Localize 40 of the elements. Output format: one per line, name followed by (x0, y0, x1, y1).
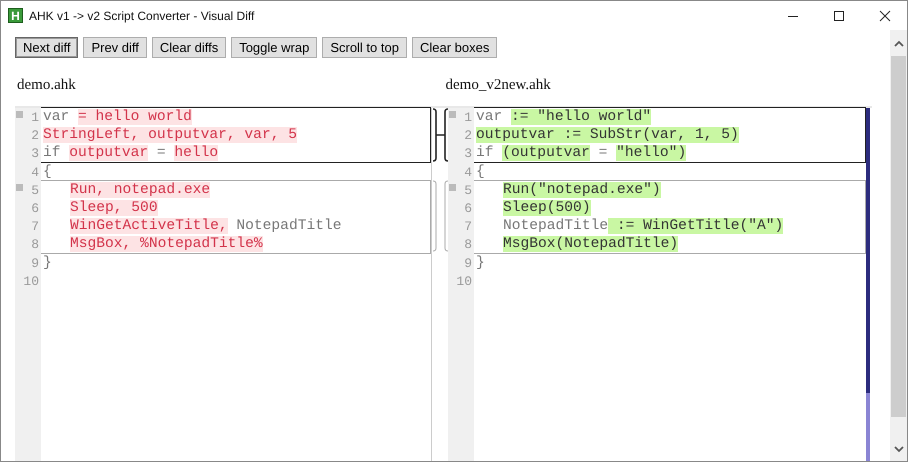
line-number: 5 (463, 182, 472, 198)
line-number: 8 (30, 236, 39, 252)
line-number: 2 (30, 128, 39, 142)
line-number: 7 (463, 218, 472, 234)
code-line: var = hello world (43, 109, 192, 125)
code-line: } (476, 255, 485, 271)
line-number: 5 (30, 182, 39, 198)
line-number: 6 (30, 200, 39, 216)
window-title: AHK v1 -> v2 Script Converter - Visual Diff (29, 8, 254, 22)
line-number: 3 (30, 146, 39, 160)
code-line: if (outputvar = "hello") (476, 145, 686, 161)
line-number: 3 (463, 146, 472, 160)
line-number: 1 (463, 110, 472, 124)
toolbar-button[interactable]: Toggle wrap (231, 37, 318, 58)
line-number: 2 (463, 128, 472, 142)
code-line: { (476, 164, 485, 180)
line-number: 10 (23, 274, 39, 288)
code-line: if outputvar = hello (43, 145, 218, 161)
code-line: NotepadTitle := WinGetTitle("A") (502, 218, 784, 234)
toolbar-button[interactable]: Prev diff (83, 37, 147, 58)
file-name: demo.ahk (16, 77, 77, 95)
line-number: 1 (30, 110, 39, 124)
code-line: WinGetActiveTitle, NotepadTitle (69, 218, 342, 234)
line-number: 8 (463, 236, 472, 252)
line-number: 4 (30, 164, 39, 180)
code-line: var := "hello world" (476, 109, 652, 125)
toolbar-button[interactable]: Clear boxes (412, 37, 498, 58)
line-number: 6 (463, 200, 472, 216)
app-icon: H (8, 8, 23, 23)
line-number: 7 (30, 218, 39, 234)
toolbar-button[interactable]: Clear diffs (152, 37, 226, 58)
toolbar-button[interactable]: Scroll to top (322, 37, 407, 58)
line-number: 4 (463, 164, 472, 180)
file-name: demo_v2new.ahk (444, 77, 552, 95)
code-line: } (43, 255, 52, 271)
line-number: 9 (463, 256, 472, 270)
line-number: 10 (456, 274, 472, 288)
code-line: { (43, 164, 52, 180)
toolbar-button[interactable]: Next diff (15, 37, 78, 58)
line-number: 9 (30, 256, 39, 270)
